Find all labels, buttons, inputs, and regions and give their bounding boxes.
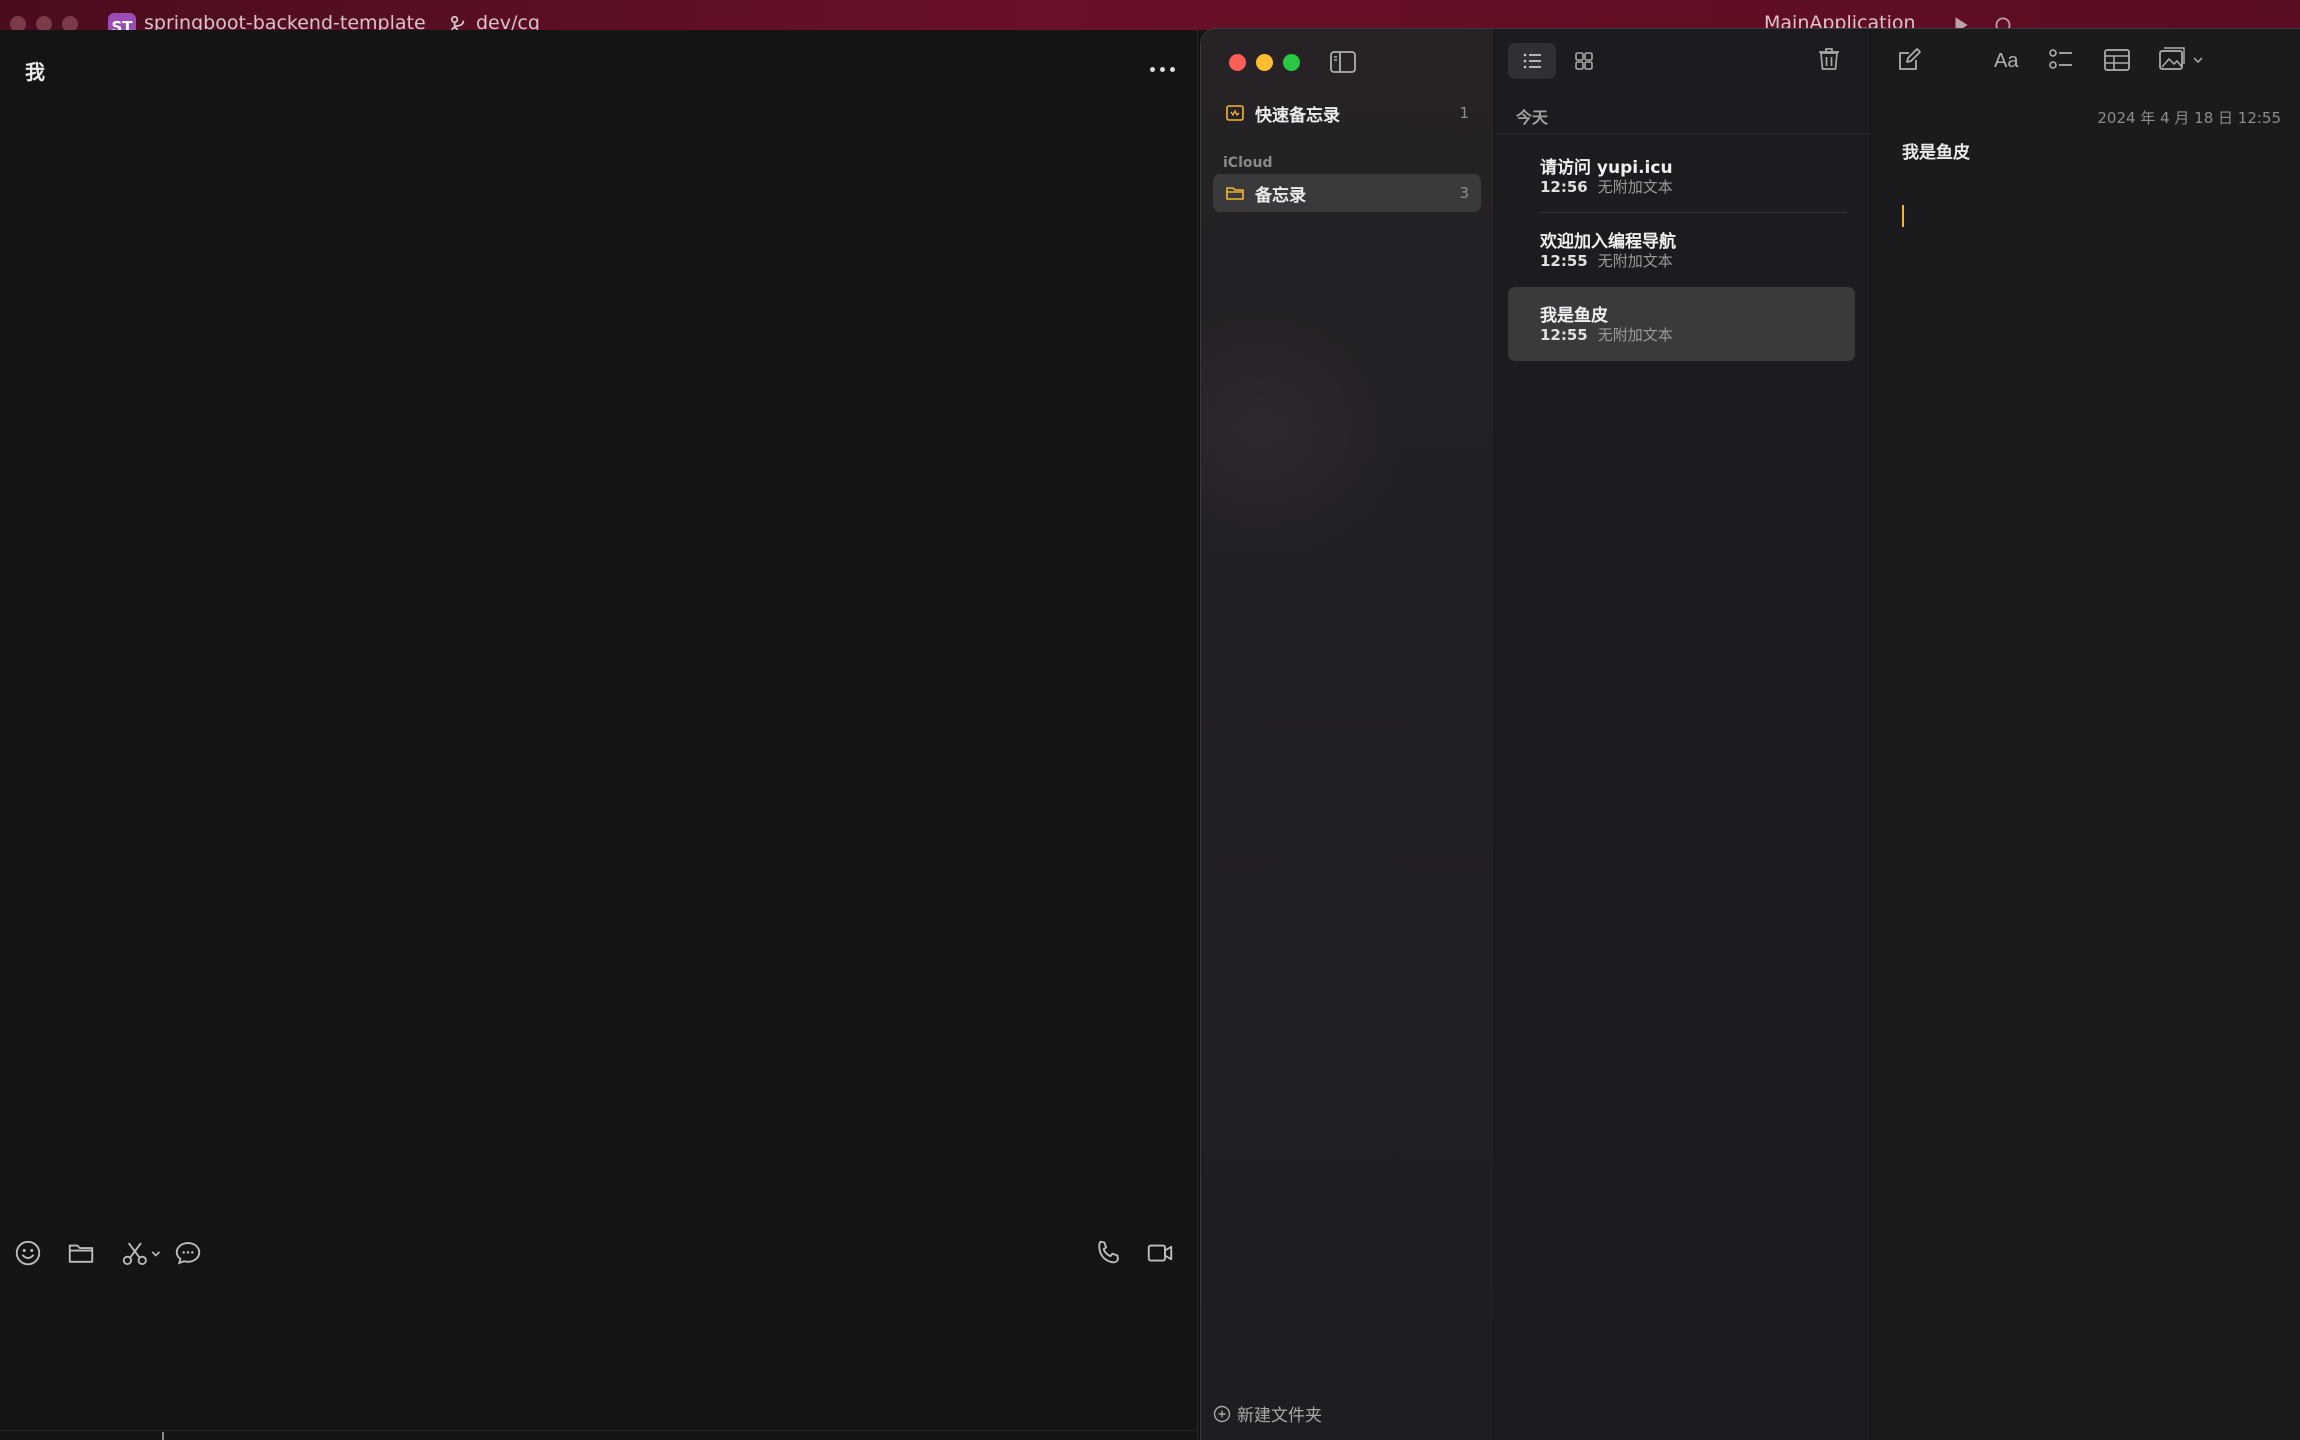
notes-window: 快速备忘录 1 iCloud 备忘录 3 新建文件夹 今天 请访问 yupi.i…: [1200, 28, 2300, 1440]
note-list-item-selected[interactable]: 我是鱼皮 12:55 无附加文本: [1508, 287, 1855, 361]
compose-icon[interactable]: [1894, 45, 1924, 75]
note-list-item[interactable]: 请访问 yupi.icu 12:56 无附加文本: [1508, 139, 1855, 213]
sidebar-item-label: 快速备忘录: [1255, 105, 1340, 126]
sidebar-item-notes-folder[interactable]: 备忘录 3: [1213, 174, 1481, 212]
more-options-icon[interactable]: [1148, 64, 1178, 74]
ide-project-name[interactable]: springboot-backend-template: [144, 12, 426, 30]
scissors-icon[interactable]: [120, 1238, 162, 1268]
chat-bubble-icon[interactable]: [173, 1238, 203, 1268]
note-time: 12:55: [1540, 252, 1588, 270]
chat-input-caret: [162, 1432, 164, 1440]
desktop: ST springboot-backend-template dev/cq Ma…: [0, 0, 2300, 1440]
table-icon[interactable]: [2102, 45, 2132, 75]
list-view-icon[interactable]: [1508, 43, 1556, 79]
format-text-icon[interactable]: Aa: [1992, 45, 2026, 75]
video-camera-icon[interactable]: [1145, 1238, 1175, 1268]
sidebar-item-count: 3: [1459, 184, 1469, 202]
new-folder-button[interactable]: 新建文件夹: [1213, 1401, 1322, 1426]
gallery-view-icon[interactable]: [1560, 43, 1608, 79]
list-header-divider: [1496, 133, 1871, 134]
sidebar-item-count: 1: [1459, 104, 1469, 122]
chat-window: 我: [0, 30, 1198, 1440]
text-cursor: [1902, 205, 1904, 227]
plus-circle-icon: [1213, 1405, 1231, 1422]
note-editor-pane: Aa 2024 年 4 月 18 日 12:55 我是鱼皮: [1872, 29, 2300, 1440]
note-meta: 12:56 无附加文本: [1540, 176, 1673, 197]
note-preview: 无附加文本: [1597, 178, 1673, 196]
zoom-button[interactable]: [1283, 54, 1300, 71]
quick-note-icon: [1226, 105, 1244, 121]
media-icon[interactable]: [2158, 45, 2210, 75]
close-button[interactable]: [1229, 54, 1246, 71]
note-title: 欢迎加入编程导航: [1540, 232, 1676, 252]
note-meta: 12:55 无附加文本: [1540, 250, 1673, 271]
checklist-icon[interactable]: [2046, 45, 2076, 75]
sidebar-item-quick-notes[interactable]: 快速备忘录 1: [1213, 94, 1481, 132]
note-time: 12:56: [1540, 178, 1588, 196]
note-title: 我是鱼皮: [1540, 306, 1608, 326]
ide-project-badge: ST: [108, 13, 136, 30]
svg-text:Aa: Aa: [1994, 50, 2019, 72]
list-group-header: 今天: [1516, 108, 1549, 127]
note-body-title[interactable]: 我是鱼皮: [1902, 138, 1970, 163]
chat-title: 我: [25, 60, 45, 84]
folder-icon[interactable]: [66, 1238, 96, 1268]
emoji-icon[interactable]: [13, 1238, 43, 1268]
note-list-item[interactable]: 欢迎加入编程导航 12:55 无附加文本: [1508, 213, 1855, 287]
ide-window-controls: [10, 16, 78, 30]
ide-branch-name[interactable]: dev/cq: [476, 12, 540, 30]
new-folder-label: 新建文件夹: [1237, 1406, 1322, 1426]
sidebar-item-label: 备忘录: [1255, 185, 1306, 206]
chat-input-divider: [0, 1430, 1198, 1431]
note-title: 请访问 yupi.icu: [1540, 158, 1673, 178]
trash-icon[interactable]: [1816, 45, 1842, 73]
note-preview: 无附加文本: [1597, 252, 1673, 270]
notes-list-pane: 今天 请访问 yupi.icu 12:56 无附加文本 欢迎加入编程导航 12:5…: [1496, 29, 1871, 1440]
note-time: 12:55: [1540, 326, 1588, 344]
phone-icon[interactable]: [1093, 1238, 1123, 1268]
note-date: 2024 年 4 月 18 日 12:55: [2097, 109, 2281, 127]
window-controls: [1229, 54, 1300, 71]
ide-title-bar: ST springboot-backend-template dev/cq Ma…: [0, 0, 2300, 30]
branch-icon: [450, 15, 465, 30]
note-meta: 12:55 无附加文本: [1540, 324, 1673, 345]
chat-input-toolbar: [0, 1230, 1198, 1290]
folder-icon: [1226, 187, 1244, 200]
note-preview: 无附加文本: [1597, 326, 1673, 344]
minimize-button[interactable]: [1256, 54, 1273, 71]
sidebar-toggle-icon[interactable]: [1329, 49, 1357, 75]
sidebar-section-icloud: iCloud: [1223, 155, 1273, 171]
notes-sidebar: 快速备忘录 1 iCloud 备忘录 3 新建文件夹: [1201, 29, 1495, 1440]
